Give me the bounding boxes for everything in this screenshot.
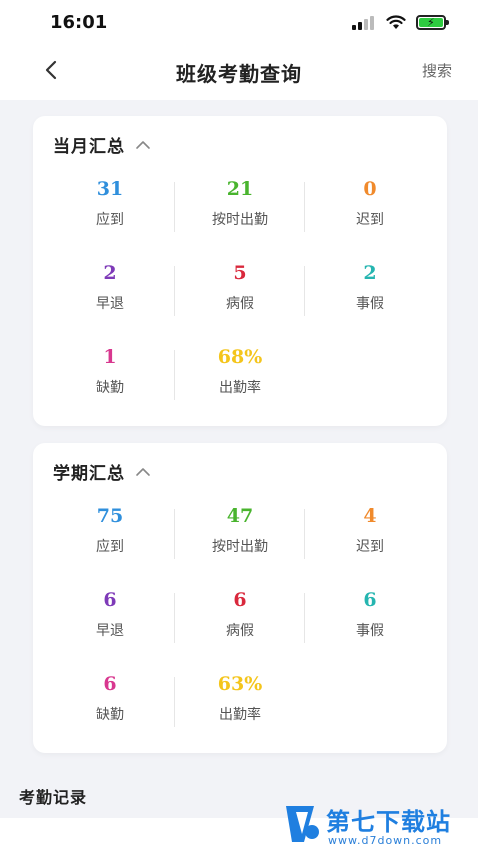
- stat-value: 75: [96, 505, 124, 527]
- stat-item: 4 迟到: [305, 503, 435, 587]
- stat-value: 5: [233, 262, 247, 284]
- chevron-up-icon[interactable]: [135, 139, 151, 151]
- stat-item: 2 早退: [45, 260, 175, 344]
- stat-label: 出勤率: [219, 707, 261, 723]
- stat-value: 2: [363, 262, 377, 284]
- stat-value: 47: [226, 505, 254, 527]
- stat-value: 2: [103, 262, 117, 284]
- watermark-url: www.d7down.com: [328, 834, 443, 847]
- stat-label: 缺勤: [96, 707, 124, 723]
- stat-value: 6: [103, 673, 117, 695]
- term-summary-title: 学期汇总: [53, 464, 125, 484]
- stat-value: 21: [226, 178, 254, 200]
- stat-value: 63%: [217, 673, 263, 695]
- stat-label: 早退: [96, 296, 124, 312]
- stat-label: 缺勤: [96, 380, 124, 396]
- stat-item: 21 按时出勤: [175, 176, 305, 260]
- stat-item: 31 应到: [45, 176, 175, 260]
- battery-icon: ⚡: [416, 15, 449, 30]
- stat-label: 病假: [226, 623, 254, 639]
- status-bar: 16:01 ⚡: [0, 0, 478, 46]
- stat-label: 迟到: [356, 539, 384, 555]
- records-section-title: 考勤记录: [19, 788, 88, 807]
- stat-label: 迟到: [356, 212, 384, 228]
- stat-item: 47 按时出勤: [175, 503, 305, 587]
- term-summary-header[interactable]: 学期汇总: [53, 459, 151, 484]
- month-summary-card: 当月汇总 31 应到 21 按时出勤 0 迟到 2 早退 5 病假 2 事假 1…: [33, 116, 447, 426]
- stat-value: 6: [233, 589, 247, 611]
- watermark-name: 第七下载站: [326, 808, 451, 836]
- stat-value: 1: [103, 346, 117, 368]
- signal-icon: [352, 16, 376, 30]
- stat-label: 按时出勤: [212, 212, 268, 228]
- term-stats-grid: 75 应到 47 按时出勤 4 迟到 6 早退 6 病假 6 事假 6 缺勤 6…: [45, 503, 435, 755]
- stat-value: 6: [103, 589, 117, 611]
- stat-label: 事假: [356, 623, 384, 639]
- search-button[interactable]: 搜索: [422, 60, 452, 81]
- stat-value: 4: [363, 505, 377, 527]
- watermark-logo-icon: [286, 806, 319, 842]
- stat-value: 6: [363, 589, 377, 611]
- stat-item: 68% 出勤率: [175, 344, 305, 428]
- stat-label: 事假: [356, 296, 384, 312]
- stat-item: 0 迟到: [305, 176, 435, 260]
- page-title: 班级考勤查询: [176, 62, 302, 86]
- stat-item: 63% 出勤率: [175, 671, 305, 755]
- stat-label: 出勤率: [219, 380, 261, 396]
- stat-item: 6 早退: [45, 587, 175, 671]
- stat-label: 按时出勤: [212, 539, 268, 555]
- watermark: 第七下载站 www.d7down.com: [280, 800, 476, 850]
- stat-value: 31: [96, 178, 124, 200]
- month-summary-title: 当月汇总: [53, 137, 125, 157]
- stat-item: 6 病假: [175, 587, 305, 671]
- wifi-icon: [386, 15, 406, 29]
- stat-item: 6 事假: [305, 587, 435, 671]
- nav-bar: 班级考勤查询 搜索: [0, 46, 478, 100]
- month-summary-header[interactable]: 当月汇总: [53, 132, 151, 157]
- stat-item: 2 事假: [305, 260, 435, 344]
- status-time: 16:01: [50, 12, 108, 33]
- stat-label: 应到: [96, 539, 124, 555]
- stat-value: 68%: [217, 346, 263, 368]
- month-stats-grid: 31 应到 21 按时出勤 0 迟到 2 早退 5 病假 2 事假 1 缺勤 6…: [45, 176, 435, 428]
- stat-label: 早退: [96, 623, 124, 639]
- term-summary-card: 学期汇总 75 应到 47 按时出勤 4 迟到 6 早退 6 病假 6 事假 6…: [33, 443, 447, 753]
- stat-item: 6 缺勤: [45, 671, 175, 755]
- stat-item: 1 缺勤: [45, 344, 175, 428]
- stat-item: 75 应到: [45, 503, 175, 587]
- stat-label: 病假: [226, 296, 254, 312]
- chevron-up-icon[interactable]: [135, 466, 151, 478]
- stat-item: 5 病假: [175, 260, 305, 344]
- stat-label: 应到: [96, 212, 124, 228]
- stat-value: 0: [363, 178, 377, 200]
